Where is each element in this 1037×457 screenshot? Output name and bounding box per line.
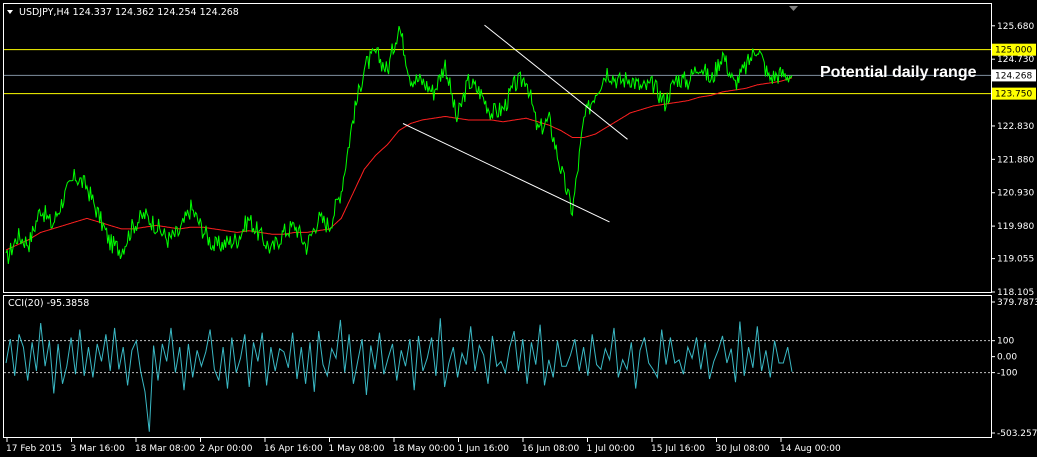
price-tick-label: 121.880 (997, 155, 1034, 165)
price-axis: 125.680124.730123.780122.830121.880120.9… (991, 22, 1034, 298)
time-tick-label: 17 Feb 2015 (6, 444, 62, 454)
price-tick-label: 118.105 (997, 288, 1034, 298)
price-tick-label: 122.830 (997, 122, 1034, 132)
price-tick-label: 124.730 (997, 55, 1034, 65)
time-tick-label: 15 Jul 16:00 (651, 444, 705, 454)
price-tick-label: 119.055 (997, 255, 1034, 265)
time-tick-label: 16 Jun 08:00 (522, 444, 579, 454)
time-tick-label: 18 Mar 08:00 (135, 444, 195, 454)
channel-lower-line (402, 123, 610, 223)
level-tag-label: 124.268 (995, 71, 1032, 81)
chart-window[interactable]: USDJPY,H4 124.337 124.362 124.254 124.26… (0, 0, 1037, 457)
price-line (5, 25, 793, 264)
level-tags: 125.000 124.268 123.750 (992, 43, 1036, 100)
indicator-frame (3, 295, 992, 438)
channel-lines[interactable] (402, 24, 628, 223)
chart-title: USDJPY,H4 124.337 124.362 124.254 124.26… (19, 7, 239, 18)
dropdown-arrow-icon[interactable] (7, 10, 13, 14)
main-chart-frame (3, 3, 992, 293)
price-tick-label: 120.930 (997, 189, 1034, 199)
time-tick-label: 30 Jul 08:00 (716, 444, 770, 454)
time-tick-label: 3 Mar 16:00 (71, 444, 126, 454)
time-tick-label: 14 Aug 00:00 (780, 444, 841, 454)
time-axis: 17 Feb 2015 3 Mar 16:00 18 Mar 08:00 2 Apr … (6, 438, 841, 454)
price-tick-label: 125.680 (997, 22, 1034, 32)
time-tick-label: 18 May 00:00 (393, 444, 455, 454)
time-tick-label: 1 Jun 16:00 (458, 444, 510, 454)
time-tick-label: 1 May 08:00 (329, 444, 385, 454)
cci-tick-label: -100 (997, 369, 1018, 379)
price-tick-label: 119.980 (997, 222, 1034, 232)
annotation-text[interactable]: Potential daily range (820, 64, 977, 81)
time-tick-label: 16 Apr 16:00 (264, 444, 323, 454)
level-tag-label: 123.750 (995, 90, 1032, 100)
indicator-title: CCI(20) -95.3858 (8, 298, 89, 309)
cci-axis: 379.7873 100 0.00 -100 -503.2579 (991, 298, 1037, 439)
cci-tick-label: 379.7873 (997, 298, 1037, 308)
cci-tick-label: 100 (997, 337, 1014, 347)
shift-marker-icon[interactable] (789, 6, 798, 11)
cci-line (5, 318, 793, 432)
time-tick-label: 2 Apr 00:00 (200, 444, 253, 454)
cci-tick-label: 0.00 (997, 353, 1017, 363)
cci-tick-label: -503.2579 (997, 429, 1037, 439)
time-tick-label: 1 Jul 00:00 (587, 444, 636, 454)
ma-line (5, 77, 793, 251)
level-tag-label: 125.000 (995, 46, 1032, 56)
